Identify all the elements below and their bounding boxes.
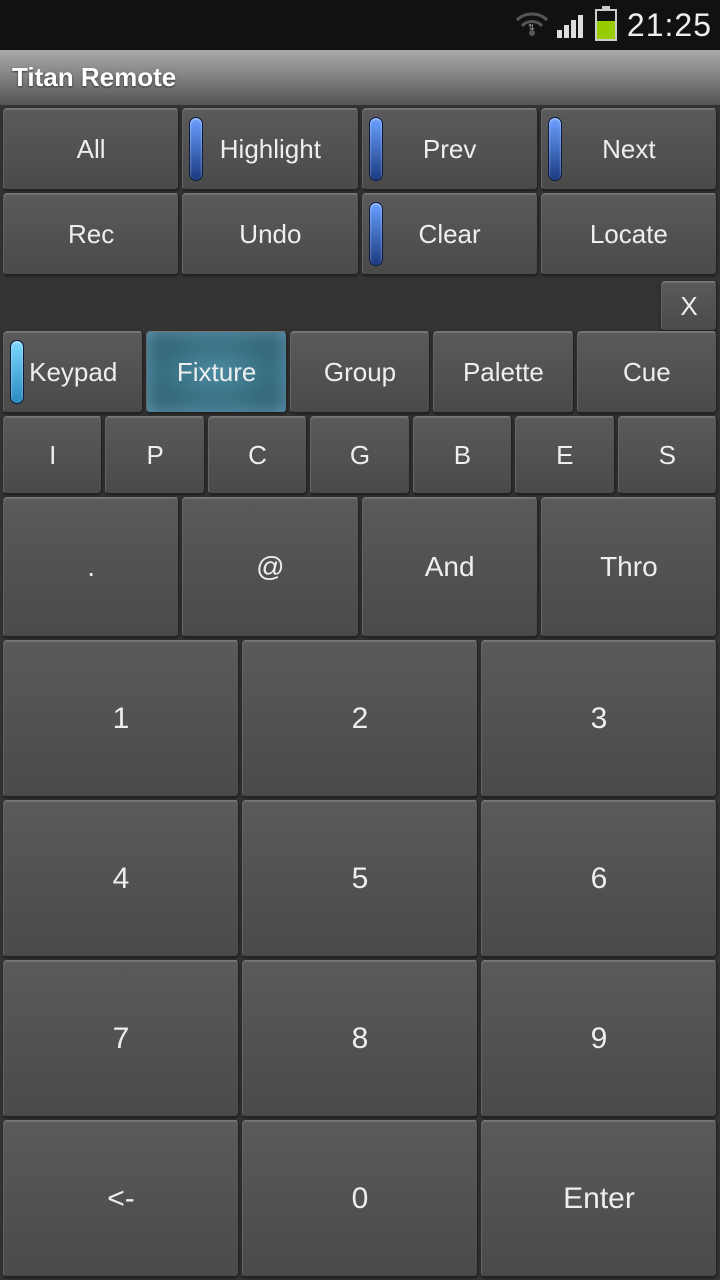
- backspace-label: <-: [107, 1182, 135, 1216]
- letter-label: B: [454, 440, 471, 471]
- num-4-button[interactable]: 4: [3, 800, 239, 957]
- num-label: 1: [113, 702, 130, 736]
- num-label: 5: [352, 862, 369, 896]
- status-time: 21:25: [627, 7, 712, 44]
- undo-label: Undo: [239, 219, 301, 250]
- dot-button[interactable]: .: [3, 497, 179, 637]
- title-bar: Titan Remote: [0, 50, 720, 105]
- wifi-icon: ⇅: [515, 12, 549, 38]
- rec-button[interactable]: Rec: [3, 193, 179, 275]
- at-button[interactable]: @: [182, 497, 358, 637]
- backspace-button[interactable]: <-: [3, 1120, 239, 1277]
- fixture-tab[interactable]: Fixture: [146, 331, 286, 413]
- letter-label: S: [659, 440, 676, 471]
- num-0-button[interactable]: 0: [242, 1120, 478, 1277]
- keypad-label: Keypad: [29, 357, 117, 388]
- thro-button[interactable]: Thro: [541, 497, 717, 637]
- close-label: X: [680, 291, 697, 322]
- num-label: 7: [113, 1022, 130, 1056]
- battery-icon: [595, 9, 617, 41]
- close-button[interactable]: X: [661, 281, 717, 331]
- all-label: All: [77, 134, 106, 165]
- letter-c-button[interactable]: C: [208, 416, 307, 494]
- dot-label: .: [87, 551, 95, 583]
- clear-button[interactable]: Clear: [362, 193, 538, 275]
- svg-text:⇅: ⇅: [528, 23, 535, 32]
- group-label: Group: [324, 357, 396, 388]
- cue-label: Cue: [623, 357, 671, 388]
- num-label: 8: [352, 1022, 369, 1056]
- letter-label: G: [350, 440, 370, 471]
- num-label: 4: [113, 862, 130, 896]
- and-label: And: [425, 551, 475, 583]
- num-6-button[interactable]: 6: [481, 800, 717, 957]
- num-1-button[interactable]: 1: [3, 640, 239, 797]
- num-label: 2: [352, 702, 369, 736]
- rec-label: Rec: [68, 219, 114, 250]
- num-label: 6: [591, 862, 608, 896]
- prev-button[interactable]: Prev: [362, 108, 538, 190]
- num-9-button[interactable]: 9: [481, 960, 717, 1117]
- num-5-button[interactable]: 5: [242, 800, 478, 957]
- letter-label: I: [49, 440, 56, 471]
- fixture-label: Fixture: [177, 357, 256, 388]
- letter-g-button[interactable]: G: [310, 416, 409, 494]
- num-label: 0: [352, 1182, 369, 1216]
- letter-e-button[interactable]: E: [515, 416, 614, 494]
- prev-label: Prev: [423, 134, 476, 165]
- indicator-icon: [369, 202, 383, 266]
- undo-button[interactable]: Undo: [182, 193, 358, 275]
- and-button[interactable]: And: [362, 497, 538, 637]
- keypad-tab[interactable]: Keypad: [3, 331, 143, 413]
- highlight-label: Highlight: [220, 134, 321, 165]
- thro-label: Thro: [600, 551, 658, 583]
- highlight-button[interactable]: Highlight: [182, 108, 358, 190]
- status-bar: ⇅ 21:25: [0, 0, 720, 50]
- letter-s-button[interactable]: S: [618, 416, 717, 494]
- enter-button[interactable]: Enter: [481, 1120, 717, 1277]
- locate-label: Locate: [590, 219, 668, 250]
- letter-label: E: [556, 440, 573, 471]
- letter-b-button[interactable]: B: [413, 416, 512, 494]
- palette-label: Palette: [463, 357, 544, 388]
- enter-label: Enter: [563, 1182, 635, 1216]
- cue-tab[interactable]: Cue: [577, 331, 717, 413]
- next-label: Next: [602, 134, 655, 165]
- num-3-button[interactable]: 3: [481, 640, 717, 797]
- num-label: 3: [591, 702, 608, 736]
- signal-icon: [557, 12, 587, 38]
- app-title: Titan Remote: [12, 62, 176, 93]
- letter-label: P: [146, 440, 163, 471]
- num-label: 9: [591, 1022, 608, 1056]
- next-button[interactable]: Next: [541, 108, 717, 190]
- all-button[interactable]: All: [3, 108, 179, 190]
- letter-p-button[interactable]: P: [105, 416, 204, 494]
- letter-i-button[interactable]: I: [3, 416, 102, 494]
- indicator-icon: [189, 117, 203, 181]
- indicator-icon: [10, 340, 24, 404]
- palette-tab[interactable]: Palette: [433, 331, 573, 413]
- numpad: 1 2 3 4 5 6 7 8 9 <- 0 Enter: [0, 640, 720, 1280]
- letter-label: C: [248, 440, 267, 471]
- indicator-icon: [548, 117, 562, 181]
- indicator-icon: [369, 117, 383, 181]
- num-8-button[interactable]: 8: [242, 960, 478, 1117]
- num-2-button[interactable]: 2: [242, 640, 478, 797]
- group-tab[interactable]: Group: [290, 331, 430, 413]
- at-label: @: [256, 551, 284, 583]
- locate-button[interactable]: Locate: [541, 193, 717, 275]
- clear-label: Clear: [419, 219, 481, 250]
- num-7-button[interactable]: 7: [3, 960, 239, 1117]
